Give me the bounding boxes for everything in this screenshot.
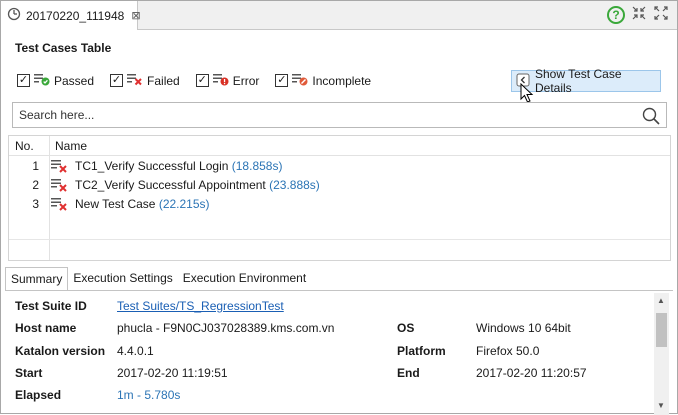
test-case-duration: (18.858s) [231, 159, 283, 173]
filter-label: Error [232, 73, 260, 88]
test-cases-table: No. Name 1 TC1_Verify Successful Login (… [8, 135, 671, 261]
elapsed-value: 1m - 5.780s [117, 388, 181, 402]
incomplete-icon [292, 72, 308, 89]
summary-scrollbar[interactable]: ▲ ▼ [654, 293, 669, 415]
test-suite-report-window: 20170220_111948 ⊠ ? Test Cases Table ✓ P… [0, 0, 678, 415]
minimize-icon[interactable] [631, 5, 647, 24]
report-icon [7, 7, 21, 24]
table-row[interactable]: 2 TC2_Verify Successful Appointment (23.… [9, 176, 670, 195]
host-name-label: Host name [15, 321, 77, 335]
katalon-version-label: Katalon version [15, 344, 106, 358]
elapsed-label: Elapsed [15, 388, 62, 402]
end-label: End [397, 366, 420, 380]
column-header-name[interactable]: Name [55, 139, 87, 153]
row-number: 1 [32, 159, 39, 173]
filter-label: Incomplete [312, 73, 372, 88]
failed-icon [51, 177, 69, 196]
failed-icon [51, 196, 69, 215]
bottom-tabs: Summary Execution Settings Execution Env… [5, 267, 311, 291]
tabs-underline [5, 290, 673, 291]
scrollbar-thumb[interactable] [656, 313, 667, 347]
passed-icon [34, 72, 50, 89]
test-case-name: TC2_Verify Successful Appointment (23.88… [75, 178, 320, 192]
katalon-version-value: 4.4.0.1 [117, 344, 154, 358]
end-value: 2017-02-20 11:20:57 [476, 366, 587, 380]
details-button-label: Show Test Case Details [535, 67, 622, 95]
scroll-up-icon[interactable]: ▲ [657, 296, 665, 305]
test-case-duration: (23.888s) [269, 178, 320, 192]
section-title: Test Cases Table [15, 41, 112, 55]
test-case-duration: (22.215s) [158, 197, 210, 211]
summary-panel: Test Suite ID Test Suites/TS_RegressionT… [7, 293, 654, 415]
filter-error[interactable]: ✓ Error [195, 72, 260, 89]
help-icon[interactable]: ? [607, 5, 625, 24]
table-row[interactable]: 3 New Test Case (22.215s) [9, 195, 670, 214]
failed-checkbox[interactable]: ✓ [110, 74, 124, 87]
column-header-no[interactable]: No. [15, 139, 34, 153]
editor-tab-report[interactable]: 20170220_111948 ⊠ [1, 1, 141, 30]
table-row[interactable]: 1 TC1_Verify Successful Login (18.858s) [9, 157, 670, 176]
table-divider [9, 239, 670, 240]
table-header: No. Name [9, 136, 670, 156]
row-number: 2 [32, 178, 39, 192]
platform-value: Firefox 50.0 [476, 344, 540, 358]
filter-label: Passed [54, 73, 95, 88]
filter-passed[interactable]: ✓ Passed [17, 72, 94, 89]
tab-execution-environment[interactable]: Execution Environment [178, 267, 311, 291]
passed-checkbox[interactable]: ✓ [17, 74, 30, 87]
error-icon [212, 72, 229, 89]
start-label: Start [15, 366, 43, 380]
incomplete-checkbox[interactable]: ✓ [275, 74, 289, 87]
test-case-name: New Test Case (22.215s) [75, 197, 210, 211]
close-tab-icon[interactable]: ⊠ [131, 9, 140, 22]
error-checkbox[interactable]: ✓ [195, 74, 209, 87]
failed-icon [127, 72, 143, 89]
row-number: 3 [32, 197, 39, 211]
search-box [12, 102, 667, 128]
maximize-icon[interactable] [653, 5, 669, 24]
start-value: 2017-02-20 11:19:51 [117, 366, 228, 380]
tab-execution-settings[interactable]: Execution Settings [68, 267, 177, 291]
filter-label: Failed [147, 73, 180, 88]
test-suite-id-link[interactable]: Test Suites/TS_RegressionTest [117, 299, 284, 313]
os-value: Windows 10 64bit [476, 321, 571, 335]
test-suite-id-label: Test Suite ID [15, 299, 87, 313]
scroll-down-icon[interactable]: ▼ [657, 401, 665, 410]
search-icon[interactable] [642, 107, 660, 128]
test-case-name: TC1_Verify Successful Login (18.858s) [75, 159, 283, 173]
editor-tab-bar: 20170220_111948 ⊠ ? [1, 1, 677, 30]
search-input[interactable] [13, 103, 633, 127]
filter-incomplete[interactable]: ✓ Incomplete [275, 72, 371, 89]
failed-icon [51, 158, 69, 177]
status-filters: ✓ Passed ✓ Failed ✓ Error ✓ Incomplete [17, 72, 387, 89]
platform-label: Platform [397, 344, 446, 358]
os-label: OS [397, 321, 415, 335]
editor-tab-title: 20170220_111948 [26, 8, 125, 23]
host-name-value: phucla - F9N0CJ037028389.kms.com.vn [117, 321, 335, 335]
filter-failed[interactable]: ✓ Failed [110, 72, 180, 89]
tab-summary[interactable]: Summary [5, 267, 69, 291]
